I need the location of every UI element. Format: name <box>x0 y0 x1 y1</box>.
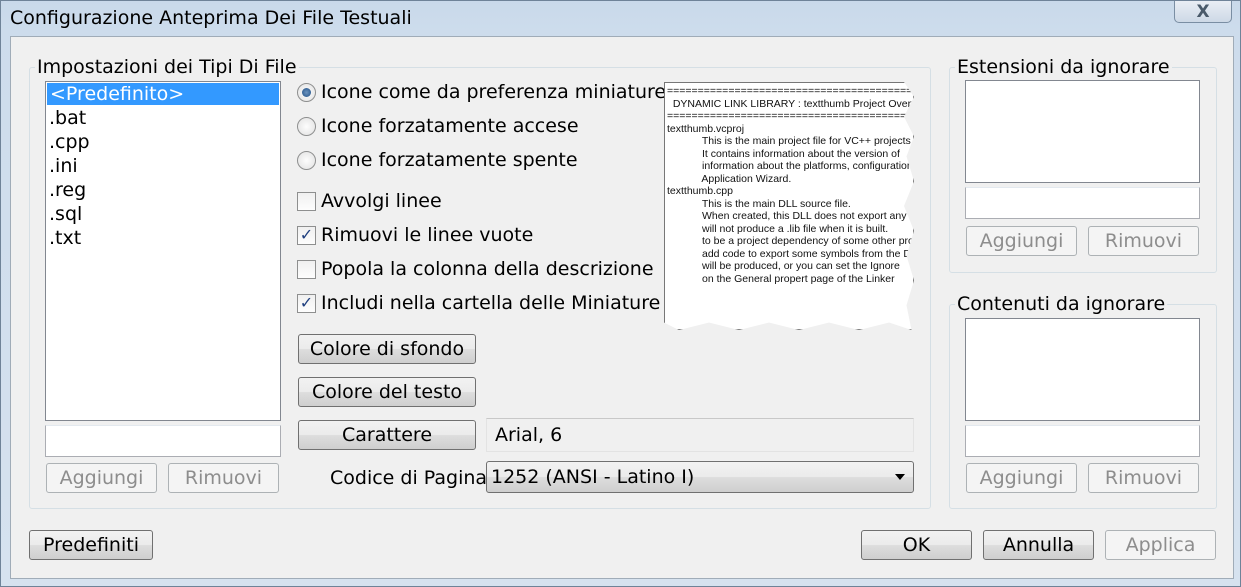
remove-ignore-extension-button[interactable]: Rimuovi <box>1088 226 1199 256</box>
ignore-content-input[interactable] <box>965 425 1200 457</box>
checkbox[interactable] <box>297 191 316 211</box>
radio-label: Icone forzatamente accese <box>321 115 579 137</box>
add-file-type-button[interactable]: Aggiungi <box>46 463 157 493</box>
close-icon: X <box>1196 1 1210 22</box>
list-item[interactable]: .ini <box>46 154 280 178</box>
radio-thumbnail-preference[interactable]: Icone come da preferenza miniature <box>297 81 666 103</box>
add-ignore-content-button[interactable]: Aggiungi <box>966 463 1077 493</box>
ignore-contents-list[interactable] <box>965 318 1200 421</box>
checkbox-label: Avvolgi linee <box>321 190 442 212</box>
apply-button[interactable]: Applica <box>1105 530 1216 560</box>
list-item[interactable]: .cpp <box>46 130 280 154</box>
check-mark-icon: ✓ <box>299 293 314 312</box>
chevron-down-icon[interactable] <box>895 474 905 480</box>
font-button[interactable]: Carattere <box>298 420 476 450</box>
preview-line: information about the platforms, configu… <box>667 160 914 172</box>
remove-file-type-button[interactable]: Rimuovi <box>168 463 279 493</box>
checkbox-include-thumbnails-folder[interactable]: ✓ Includi nella cartella delle Miniature <box>297 292 660 314</box>
file-type-input[interactable] <box>45 425 281 457</box>
preview-line: This is the main DLL source file. <box>667 197 851 210</box>
preview-line: textthumb.vcproj <box>667 122 745 135</box>
dialog-client-area: Impostazioni dei Tipi Di File <Predefini… <box>10 36 1234 579</box>
radio-label: Icone come da preferenza miniature <box>321 81 667 103</box>
checkbox-label: Popola la colonna della descrizione <box>321 258 654 280</box>
checkbox[interactable] <box>297 259 316 279</box>
preview-line: will be produced, or you can set the Ign… <box>667 260 900 272</box>
ok-button[interactable]: OK <box>861 530 972 560</box>
list-item[interactable]: .sql <box>46 202 280 226</box>
ignore-extension-input[interactable] <box>965 187 1200 219</box>
preview-line: will not produce a .lib file when it is … <box>667 222 889 235</box>
codepage-value: 1252 (ANSI - Latino I) <box>491 466 695 488</box>
checkbox-remove-empty-lines[interactable]: ✓ Rimuovi le linee vuote <box>297 224 533 246</box>
checkbox[interactable]: ✓ <box>297 225 316 245</box>
window-title: Configurazione Anteprima Dei File Testua… <box>10 7 412 29</box>
radio-forced-off[interactable]: Icone forzatamente spente <box>297 149 578 171</box>
preview-line: add code to export some symbols from the… <box>667 247 914 260</box>
dialog-window: Configurazione Anteprima Dei File Testua… <box>0 0 1241 587</box>
preview-line: on the General propert page of the Linke… <box>667 272 895 285</box>
preview-line: textthumb.cpp <box>667 185 733 197</box>
radio-button[interactable] <box>297 150 316 170</box>
checkbox-wrap-lines[interactable]: Avvolgi linee <box>297 190 442 212</box>
add-ignore-extension-button[interactable]: Aggiungi <box>966 226 1077 256</box>
background-color-button[interactable]: Colore di sfondo <box>298 334 476 364</box>
codepage-select[interactable]: 1252 (ANSI - Latino I) <box>486 461 914 493</box>
remove-ignore-content-button[interactable]: Rimuovi <box>1088 463 1199 493</box>
list-item[interactable]: <Predefinito> <box>47 83 279 105</box>
preview-line: ========================================… <box>667 110 913 122</box>
checkbox-populate-description[interactable]: Popola la colonna della descrizione <box>297 258 654 280</box>
list-item[interactable]: .txt <box>46 226 280 250</box>
codepage-label: Codice di Pagina <box>330 467 488 489</box>
preview-line: This is the main project file for VC++ p… <box>667 135 911 147</box>
checkbox-label: Includi nella cartella delle Miniature <box>321 292 661 314</box>
cancel-button[interactable]: Annulla <box>983 530 1094 560</box>
radio-forced-on[interactable]: Icone forzatamente accese <box>297 115 579 137</box>
ignore-extensions-list[interactable] <box>965 80 1200 183</box>
close-button[interactable]: X <box>1174 1 1232 23</box>
preview-line: ========================================… <box>667 85 913 97</box>
checkbox[interactable]: ✓ <box>297 293 316 313</box>
radio-button[interactable] <box>297 82 316 102</box>
preview-line: to be a project dependency of some other… <box>667 235 914 247</box>
file-types-list[interactable]: <Predefinito> .bat .cpp .ini .reg .sql .txt <box>45 81 281 421</box>
list-item[interactable]: .reg <box>46 178 280 202</box>
ignore-extensions-group-label: Estensioni da ignorare <box>955 56 1172 78</box>
text-preview-thumbnail: ========================================… <box>664 82 914 330</box>
checkbox-label: Rimuovi le linee vuote <box>321 224 534 246</box>
radio-selected-dot <box>302 87 311 97</box>
preview-line: Application Wizard. <box>667 172 792 185</box>
ignore-contents-group-label: Contenuti da ignorare <box>955 293 1168 315</box>
check-mark-icon: ✓ <box>299 225 314 244</box>
file-types-group-label: Impostazioni dei Tipi Di File <box>35 56 299 78</box>
radio-label: Icone forzatamente spente <box>321 149 578 171</box>
font-value-display: Arial, 6 <box>486 418 914 452</box>
text-color-button[interactable]: Colore del testo <box>298 377 476 407</box>
preview-line: It contains information about the versio… <box>667 147 900 160</box>
list-item[interactable]: .bat <box>46 106 280 130</box>
radio-button[interactable] <box>297 116 316 136</box>
preview-line: DYNAMIC LINK LIBRARY : textthumb Project… <box>667 97 914 110</box>
preview-line: When created, this DLL does not export a… <box>667 210 907 222</box>
defaults-button[interactable]: Predefiniti <box>29 530 153 560</box>
